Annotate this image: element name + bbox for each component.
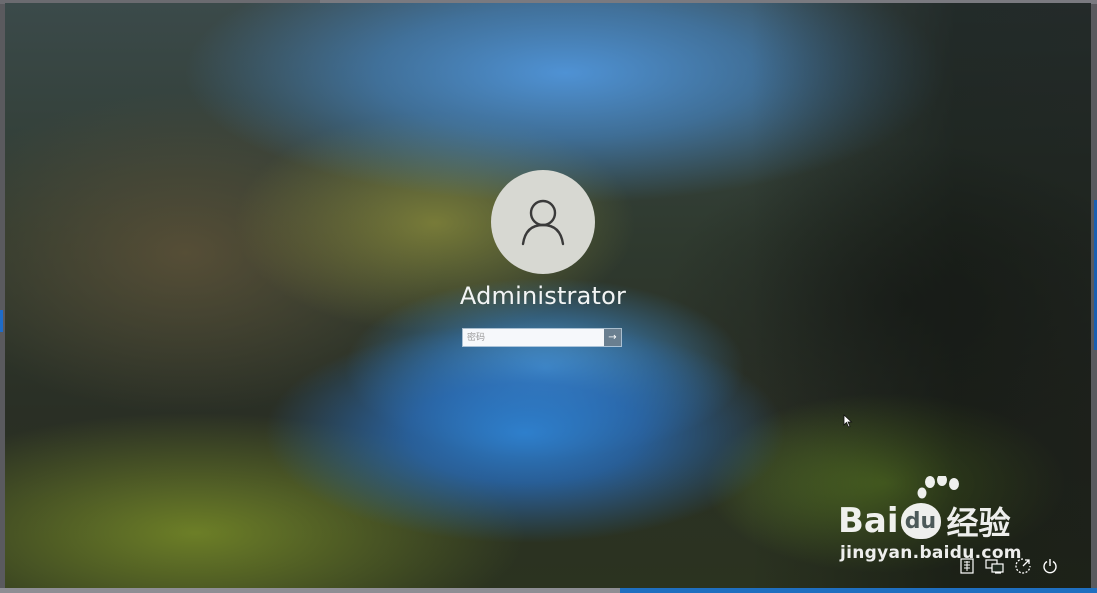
monitor-bezel-bottom-light xyxy=(620,588,1097,593)
accessibility-icon xyxy=(1015,558,1031,574)
password-box: → xyxy=(462,328,622,347)
baidu-du-icon: du xyxy=(900,503,941,539)
ime-icon xyxy=(960,558,974,574)
password-input[interactable] xyxy=(463,329,604,346)
submit-button[interactable]: → xyxy=(604,329,621,346)
ime-button[interactable] xyxy=(958,556,976,576)
mouse-cursor-icon xyxy=(843,414,853,428)
baidu-brand-left: Bai xyxy=(838,501,899,541)
user-icon xyxy=(521,199,565,246)
baidu-brand-right: 经验 xyxy=(946,504,1011,542)
network-button[interactable] xyxy=(984,556,1006,576)
network-icon xyxy=(985,559,1004,574)
username-label: Administrator xyxy=(459,282,627,310)
baidu-watermark: Bai du 经验 xyxy=(838,474,1038,544)
monitor-edge-light xyxy=(0,310,3,332)
accessibility-button[interactable] xyxy=(1012,556,1034,576)
power-button[interactable] xyxy=(1040,556,1060,576)
user-avatar xyxy=(491,170,595,274)
power-icon xyxy=(1043,559,1057,574)
